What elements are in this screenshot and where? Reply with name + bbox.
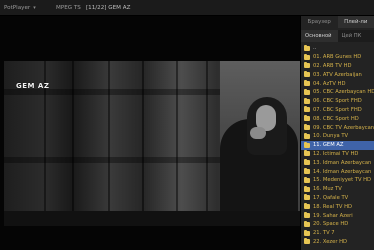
playlist-item-label: 11. GEM AZ xyxy=(313,142,344,149)
playlist-item-label: 21. TV 7 xyxy=(313,230,335,237)
playlist-item-label: 07. CBC Sport FHD xyxy=(313,106,362,113)
window-title: [11/22] GEM AZ xyxy=(86,4,131,11)
folder-icon xyxy=(304,185,310,192)
playlist-item[interactable]: 03. ATV Azerbaijan xyxy=(301,70,374,79)
playlist-panel: Браузер Плей-ли Основной Цей ПК .. 01. AR… xyxy=(300,16,374,250)
playlist-item-label: 12. Ictimai TV HD xyxy=(313,150,359,157)
playlist-item[interactable]: 18. Real TV HD xyxy=(301,202,374,211)
playlist-item[interactable]: 17. Qafale TV xyxy=(301,194,374,203)
playlist-item-label: .. xyxy=(313,45,317,52)
folder-icon xyxy=(304,203,310,210)
playlist-item-label: 01. ARB Gunes HD xyxy=(313,54,362,61)
folder-icon xyxy=(304,62,310,69)
playlist-item-label: 13. Idman Azerbaycan xyxy=(313,159,372,166)
playlist-item-label: 02. ARB TV HD xyxy=(313,62,352,69)
playlist-item[interactable]: 09. CBC TV Azerbaycan xyxy=(301,123,374,132)
playlist-item-label: 10. Dunya TV xyxy=(313,133,349,140)
playlist-item-label: 15. Medeniyyet TV HD xyxy=(313,177,372,184)
folder-icon xyxy=(304,80,310,87)
title-bar: PotPlayer ▾ MPEG TS [11/22] GEM AZ xyxy=(0,0,374,16)
folder-icon xyxy=(304,88,310,95)
folder-icon xyxy=(304,53,310,60)
playlist-item-label: 18. Real TV HD xyxy=(313,203,352,210)
playlist-item-label: 03. ATV Azerbaijan xyxy=(313,71,362,78)
playlist-item[interactable]: 10. Dunya TV xyxy=(301,132,374,141)
folder-icon xyxy=(304,141,310,148)
folder-icon xyxy=(304,176,310,183)
folder-icon xyxy=(304,229,310,236)
playlist-item-label: 04. AzTV HD xyxy=(313,80,346,87)
folder-icon xyxy=(304,168,310,175)
folder-icon xyxy=(304,194,310,201)
playlist-item-label: 06. CBC Sport FHD xyxy=(313,98,362,105)
panel-tabs: Браузер Плей-ли xyxy=(301,16,374,28)
folder-icon xyxy=(304,124,310,131)
folder-icon xyxy=(304,106,310,113)
playlist-item-label: 17. Qafale TV xyxy=(313,194,349,201)
playlist-item[interactable]: 19. Sahar Azeri xyxy=(301,211,374,220)
playlist-item-label: 22. Xezer HD xyxy=(313,238,348,245)
folder-icon xyxy=(304,97,310,104)
playlist-item[interactable]: 22. Xezer HD xyxy=(301,238,374,247)
playlist-item-label: 14. Idman Azerbaycan xyxy=(313,168,372,175)
tab-browser[interactable]: Браузер xyxy=(301,16,338,28)
video-area[interactable]: GEM AZ xyxy=(0,16,300,250)
playlist-item[interactable]: 11. GEM AZ xyxy=(301,140,374,150)
playlist-item[interactable]: 01. ARB Gunes HD xyxy=(301,53,374,62)
playlist-item[interactable]: 02. ARB TV HD xyxy=(301,62,374,71)
playlist-item[interactable]: 08. CBC Sport HD xyxy=(301,114,374,123)
folder-icon xyxy=(304,238,310,245)
subtab-main[interactable]: Основной xyxy=(301,30,338,42)
chevron-down-icon: ▾ xyxy=(33,4,36,11)
playlist-item-label: 20. Space HD xyxy=(313,221,349,228)
playlist-item[interactable]: 04. AzTV HD xyxy=(301,79,374,88)
channel-logo: GEM AZ xyxy=(16,82,50,90)
folder-icon xyxy=(304,132,310,139)
playlist-item[interactable]: 05. CBC Azerbaycan HD xyxy=(301,88,374,97)
app-name: PotPlayer xyxy=(4,4,31,11)
playlist-item[interactable]: 12. Ictimai TV HD xyxy=(301,150,374,159)
format-label: MPEG TS xyxy=(56,4,81,11)
folder-icon xyxy=(304,115,310,122)
app-menu-button[interactable]: PotPlayer ▾ xyxy=(0,5,56,11)
playlist-item[interactable]: 14. Idman Azerbaycan xyxy=(301,167,374,176)
folder-icon xyxy=(304,159,310,166)
playlist-item[interactable]: 13. Idman Azerbaycan xyxy=(301,158,374,167)
playlist-item-label: 16. Muz TV xyxy=(313,186,342,193)
playlist-item[interactable]: 07. CBC Sport FHD xyxy=(301,106,374,115)
playlist-item-label: 05. CBC Azerbaycan HD xyxy=(313,89,374,96)
playlist-list: .. 01. ARB Gunes HD 02. ARB TV HD 03. ATV A… xyxy=(301,44,374,246)
playlist-item[interactable]: 16. Muz TV xyxy=(301,185,374,194)
playlist-item[interactable]: 06. CBC Sport FHD xyxy=(301,97,374,106)
folder-icon xyxy=(304,150,310,157)
parent-folder-item[interactable]: .. xyxy=(301,44,374,53)
folder-icon xyxy=(304,212,310,219)
playlist-subtabs: Основной Цей ПК xyxy=(301,30,374,42)
playlist-item-label: 19. Sahar Azeri xyxy=(313,212,353,219)
playlist-item-label: 09. CBC TV Azerbaycan xyxy=(313,124,374,131)
folder-icon xyxy=(304,71,310,78)
folder-icon xyxy=(304,44,310,51)
tab-playlist[interactable]: Плей-ли xyxy=(337,16,374,28)
folder-icon xyxy=(304,220,310,227)
subtab-this-pc[interactable]: Цей ПК xyxy=(338,30,374,42)
playlist-item[interactable]: 21. TV 7 xyxy=(301,229,374,238)
playlist-item-label: 08. CBC Sport HD xyxy=(313,115,359,122)
playlist-item[interactable]: 20. Space HD xyxy=(301,220,374,229)
playlist-item[interactable]: 15. Medeniyyet TV HD xyxy=(301,176,374,185)
